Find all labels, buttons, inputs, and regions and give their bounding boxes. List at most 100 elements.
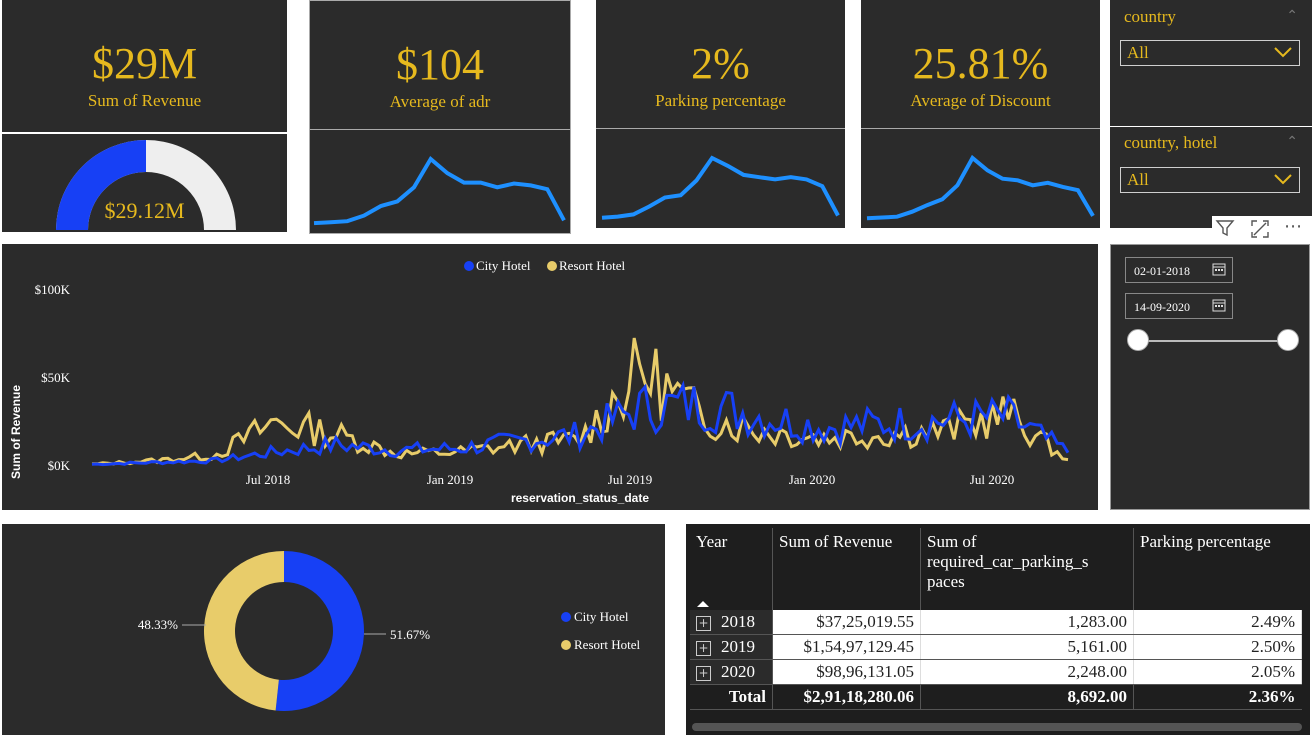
country-hotel-dropdown[interactable]: All: [1120, 167, 1300, 193]
matrix-table: Year Sum of Revenue Sum of required_car_…: [690, 528, 1302, 710]
kpi-card-revenue[interactable]: $29M Sum of Revenue $29.12M: [2, 0, 287, 232]
revenue-cell: $1,54,97,129.45: [772, 634, 921, 660]
kpi-card-parking[interactable]: 2% Parking percentage: [596, 0, 845, 228]
kpi-value: $29M: [91, 39, 198, 88]
year-cell[interactable]: +2018: [690, 610, 773, 635]
legend-marker-resort: [547, 261, 557, 271]
revenue-cell: $98,96,131.05: [772, 659, 921, 685]
legend-marker-city: [464, 261, 474, 271]
expand-plus-icon[interactable]: +: [696, 665, 711, 681]
donut-slice-city-hotel: [275, 551, 364, 711]
end-date-text: 14-09-2020: [1134, 300, 1190, 314]
x-tick-label: Jan 2020: [789, 472, 836, 487]
column-header-revenue[interactable]: Sum of Revenue: [772, 528, 921, 610]
end-date-input[interactable]: 14-09-2020: [1125, 293, 1233, 319]
donut-svg: 51.67% 48.33% City Hotel Resort Hotel: [138, 551, 640, 711]
column-header-parking-percentage[interactable]: Parking percentage: [1134, 528, 1302, 610]
legend-marker-resort: [561, 640, 571, 650]
slicer-country-hotel[interactable]: country, hotel ⌃ All: [1110, 127, 1312, 228]
legend-label-city: City Hotel: [476, 258, 531, 273]
kpi-card-adr[interactable]: $104 Average of adr: [309, 0, 571, 234]
expand-icon[interactable]: [1250, 219, 1270, 239]
total-parking-percentage: 2.36%: [1133, 684, 1302, 710]
revenue-line-chart[interactable]: City Hotel Resort Hotel Sum of Revenue r…: [2, 244, 1098, 510]
kpi-divider: [861, 128, 1100, 129]
expand-plus-icon[interactable]: +: [696, 615, 711, 631]
kpi-label: Average of adr: [389, 92, 491, 111]
y-axis-ticks: $0K $50K $100K: [35, 282, 71, 473]
donut-value-label-city: 51.67%: [390, 627, 430, 642]
slicer-title: country: [1124, 7, 1176, 26]
kpi-divider: [310, 129, 570, 130]
sort-ascending-icon[interactable]: [696, 600, 710, 608]
parking-spaces-cell: 1,283.00: [920, 610, 1134, 635]
kpi-card-discount[interactable]: 25.81% Average of Discount: [861, 0, 1100, 228]
calendar-icon[interactable]: [1212, 298, 1226, 312]
kpi-label: Average of Discount: [910, 91, 1051, 110]
legend-label-resort: Resort Hotel: [559, 258, 625, 273]
line-chart-svg: City Hotel Resort Hotel Sum of Revenue r…: [9, 258, 1070, 505]
x-axis-title: reservation_status_date: [511, 491, 649, 505]
matrix-header-row: Year Sum of Revenue Sum of required_car_…: [690, 528, 1302, 610]
range-track: [1137, 340, 1289, 342]
kpi-label: Sum of Revenue: [87, 91, 202, 110]
date-range-slicer[interactable]: 02-01-2018 14-09-2020: [1110, 244, 1310, 510]
donut-value-label-resort: 48.33%: [138, 617, 178, 632]
parking-percentage-cell: 2.05%: [1133, 659, 1302, 685]
column-header-text: paces: [927, 572, 965, 591]
total-revenue: $2,91,18,280.06: [772, 684, 921, 710]
kpi-value: 2%: [691, 39, 750, 88]
year-text: 2020: [721, 662, 755, 681]
column-header-text: Sum of: [927, 532, 977, 551]
country-dropdown[interactable]: All: [1120, 40, 1300, 66]
x-axis-ticks: Jul 2018 Jan 2019 Jul 2019 Jan 2020 Jul 2020: [246, 472, 1014, 487]
table-row: +2020 $98,96,131.05 2,248.00 2.05%: [690, 659, 1302, 685]
dropdown-value: All: [1127, 43, 1149, 62]
total-parking-spaces: 8,692.00: [920, 684, 1134, 710]
y-tick-label: $50K: [41, 370, 71, 385]
x-tick-label: Jul 2020: [970, 472, 1014, 487]
total-label: Total: [690, 684, 773, 710]
table-row: +2018 $37,25,019.55 1,283.00 2.49%: [690, 610, 1302, 635]
y-tick-label: $100K: [35, 282, 71, 297]
range-start-handle[interactable]: [1127, 329, 1149, 351]
year-text: 2019: [721, 637, 755, 656]
horizontal-scrollbar[interactable]: [692, 723, 1302, 731]
parking-sparkline: [601, 155, 840, 220]
hotel-share-donut[interactable]: 51.67% 48.33% City Hotel Resort Hotel: [2, 524, 665, 735]
kpi-value: $104: [396, 40, 484, 89]
calendar-icon[interactable]: [1212, 262, 1226, 276]
visual-header: ⋯: [1212, 216, 1312, 242]
year-matrix[interactable]: Year Sum of Revenue Sum of required_car_…: [686, 524, 1310, 735]
chevron-up-icon[interactable]: ⌃: [1286, 8, 1298, 25]
expand-plus-icon[interactable]: +: [696, 640, 711, 656]
gauge-value: $29.12M: [104, 198, 185, 223]
x-tick-label: Jul 2018: [246, 472, 290, 487]
range-end-handle[interactable]: [1277, 329, 1299, 351]
chevron-down-icon: [1273, 45, 1293, 59]
parking-percentage-cell: 2.49%: [1133, 610, 1302, 635]
x-tick-label: Jul 2019: [608, 472, 652, 487]
year-cell[interactable]: +2019: [690, 634, 773, 660]
kpi-divider: [596, 128, 845, 129]
parking-spaces-cell: 2,248.00: [920, 659, 1134, 685]
year-cell[interactable]: +2020: [690, 659, 773, 685]
start-date-text: 02-01-2018: [1134, 264, 1190, 278]
parking-percentage-cell: 2.50%: [1133, 634, 1302, 660]
column-header-parking-spaces[interactable]: Sum of required_car_parking_s paces: [920, 528, 1134, 610]
dropdown-value: All: [1127, 170, 1149, 189]
filter-icon[interactable]: [1214, 218, 1236, 238]
start-date-input[interactable]: 02-01-2018: [1125, 257, 1233, 283]
year-text: 2018: [721, 612, 755, 631]
legend-marker-city: [561, 612, 571, 622]
revenue-cell: $37,25,019.55: [772, 610, 921, 635]
more-options-icon[interactable]: ⋯: [1284, 216, 1302, 237]
chevron-up-icon[interactable]: ⌃: [1286, 134, 1298, 151]
y-axis-title: Sum of Revenue: [9, 385, 23, 479]
slicer-country[interactable]: country ⌃ All: [1110, 0, 1312, 126]
column-header-year[interactable]: Year: [690, 528, 773, 610]
column-header-text: Year: [696, 532, 728, 551]
sparkline-series: [313, 155, 566, 226]
sparkline-series: [601, 155, 840, 220]
column-header-text: required_car_parking_s: [927, 552, 1089, 571]
